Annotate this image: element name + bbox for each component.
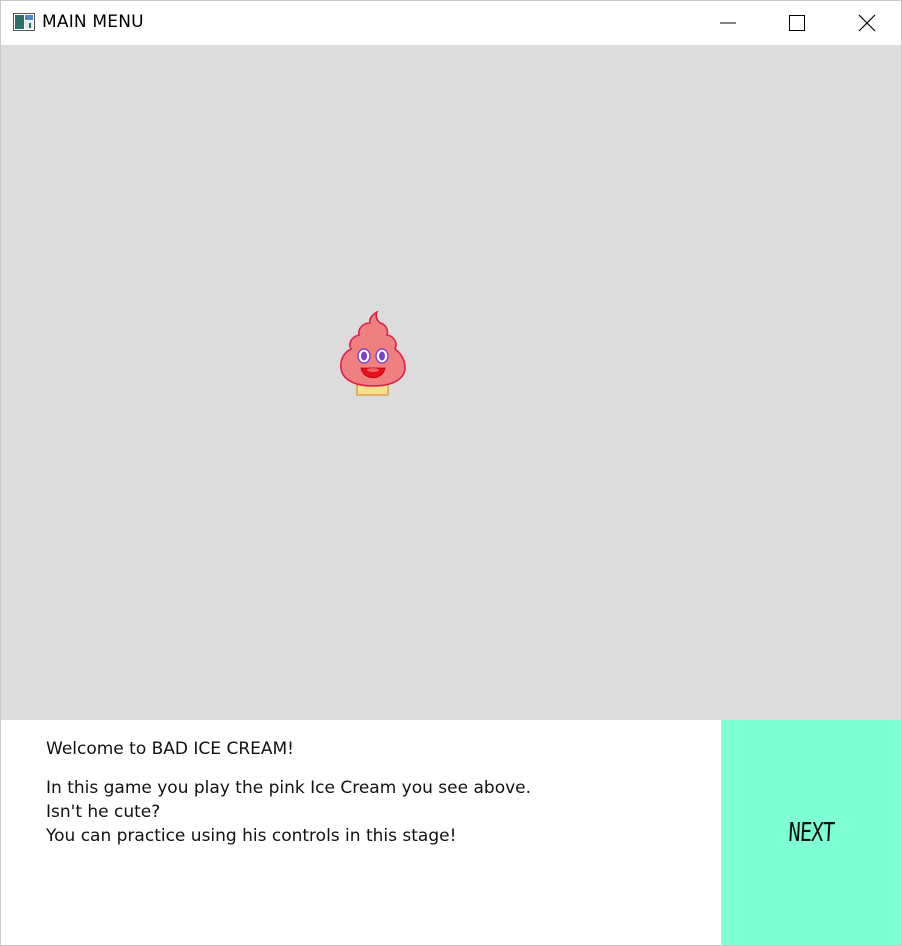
- dialog-panel: Welcome to BAD ICE CREAM! In this game y…: [1, 720, 721, 945]
- next-button-label: NEXT: [787, 817, 835, 848]
- window-title: MAIN MENU: [42, 12, 144, 32]
- dialog-line-3: You can practice using his controls in t…: [46, 826, 457, 846]
- pink-ice-cream-player: [340, 311, 406, 396]
- game-window: MAIN MENU Welcome to BAD ICE CREAM! In t…: [0, 0, 902, 946]
- app-icon: [13, 13, 35, 31]
- minimize-button[interactable]: [705, 1, 751, 45]
- close-button[interactable]: [844, 1, 890, 45]
- next-button[interactable]: NEXT: [721, 720, 901, 945]
- game-stage[interactable]: [1, 45, 901, 720]
- minimize-icon: [720, 22, 736, 24]
- dialog-line-2: Isn't he cute?: [46, 802, 161, 822]
- maximize-button[interactable]: [774, 1, 820, 45]
- title-bar[interactable]: MAIN MENU: [1, 1, 901, 45]
- dialog-line-1: In this game you play the pink Ice Cream…: [46, 778, 532, 798]
- close-icon: [858, 14, 876, 32]
- welcome-text: Welcome to BAD ICE CREAM!: [46, 739, 294, 759]
- maximize-icon: [789, 15, 805, 31]
